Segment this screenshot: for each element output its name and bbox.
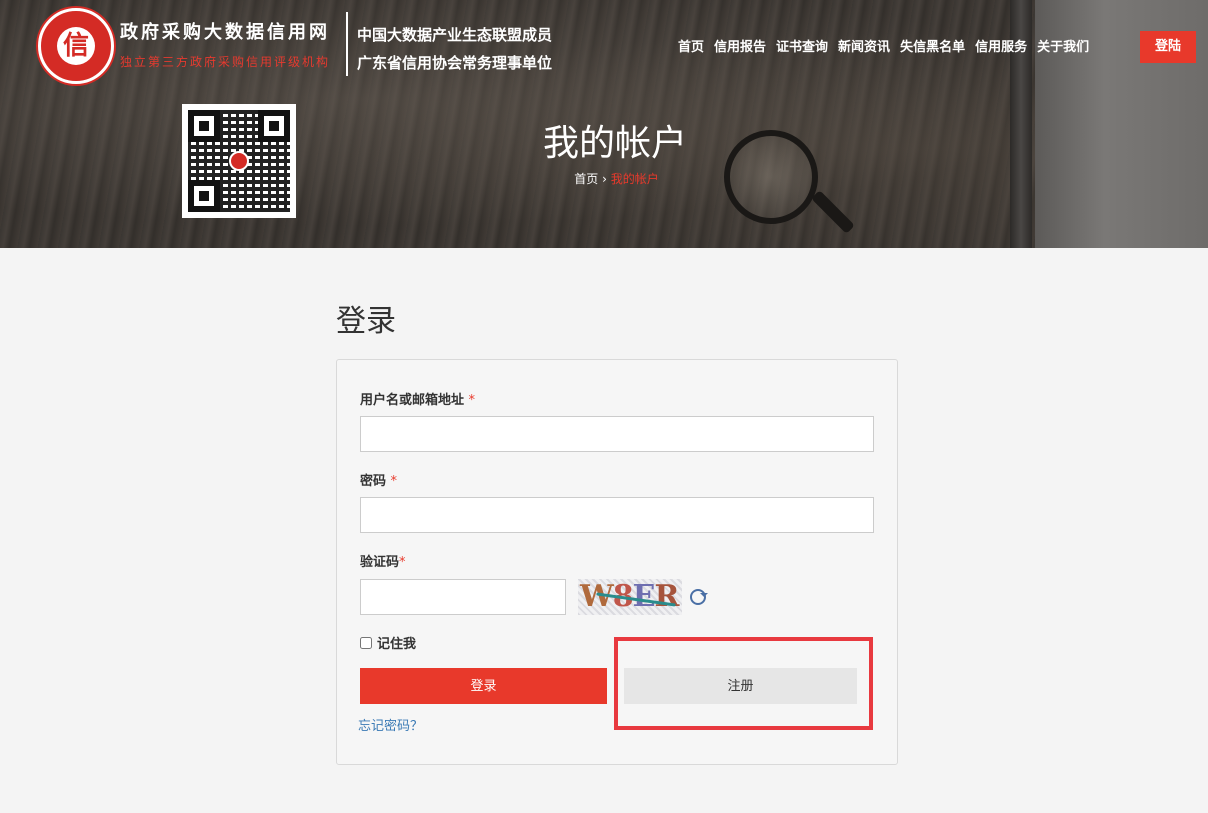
breadcrumb-current: 我的帐户 [610, 172, 659, 186]
forgot-password-link[interactable]: 忘记密码？ [358, 715, 423, 734]
required-mark: * [468, 393, 476, 408]
main-nav: 首页 信用报告 证书查询 新闻资讯 失信黑名单 信用服务 关于我们 [678, 38, 1099, 58]
login-heading: 登录 [336, 304, 396, 339]
nav-item-credit-service[interactable]: 信用服务 [975, 38, 1027, 58]
username-label-text: 用户名或邮箱地址 [360, 393, 465, 408]
refresh-icon[interactable] [690, 589, 708, 605]
logo-char: 信 [57, 27, 95, 65]
nav-item-blacklist[interactable]: 失信黑名单 [900, 38, 965, 58]
breadcrumb: 首页 › 我的帐户 [0, 170, 1208, 187]
logo-divider [346, 12, 348, 76]
member-line-2: 广东省信用协会常务理事单位 [357, 54, 553, 72]
header-login-button[interactable]: 登陆 [1140, 31, 1196, 63]
username-label: 用户名或邮箱地址 * [360, 389, 475, 408]
captcha-field[interactable] [360, 579, 566, 615]
captcha-char: E [632, 579, 656, 614]
nav-item-news[interactable]: 新闻资讯 [838, 38, 890, 58]
required-mark: * [390, 474, 398, 489]
nav-item-credit-report[interactable]: 信用报告 [714, 38, 766, 58]
password-label: 密码 * [360, 470, 397, 489]
site-slogan: 独立第三方政府采购信用评级机构 [120, 55, 331, 69]
page-header: 信 政府采购大数据信用网 独立第三方政府采购信用评级机构 中国大数据产业生态联盟… [0, 0, 1208, 248]
captcha-label: 验证码* [360, 551, 406, 570]
breadcrumb-separator: › [602, 172, 607, 186]
remember-me-checkbox[interactable] [360, 636, 372, 649]
site-name[interactable]: 政府采购大数据信用网 [120, 18, 330, 44]
password-field[interactable] [360, 497, 874, 533]
nav-item-certificate-query[interactable]: 证书查询 [776, 38, 828, 58]
captcha-label-text: 验证码 [360, 555, 400, 570]
nav-item-about[interactable]: 关于我们 [1037, 38, 1089, 58]
logo-seal[interactable]: 信 [38, 8, 114, 84]
remember-me-label: 记住我 [377, 637, 417, 652]
magnifier-handle [811, 190, 855, 234]
required-mark: * [399, 555, 406, 570]
login-submit-button[interactable]: 登录 [360, 668, 607, 704]
password-label-text: 密码 [360, 474, 387, 489]
member-line-1: 中国大数据产业生态联盟成员 [357, 26, 553, 44]
page-title: 我的帐户 [542, 123, 687, 164]
captcha-char: R [654, 579, 679, 614]
qr-finder [199, 191, 209, 201]
breadcrumb-home[interactable]: 首页 [574, 172, 598, 186]
highlight-box [614, 637, 873, 730]
username-field[interactable] [360, 416, 874, 452]
remember-me[interactable]: 记住我 [360, 633, 416, 652]
nav-item-home[interactable]: 首页 [678, 38, 704, 58]
